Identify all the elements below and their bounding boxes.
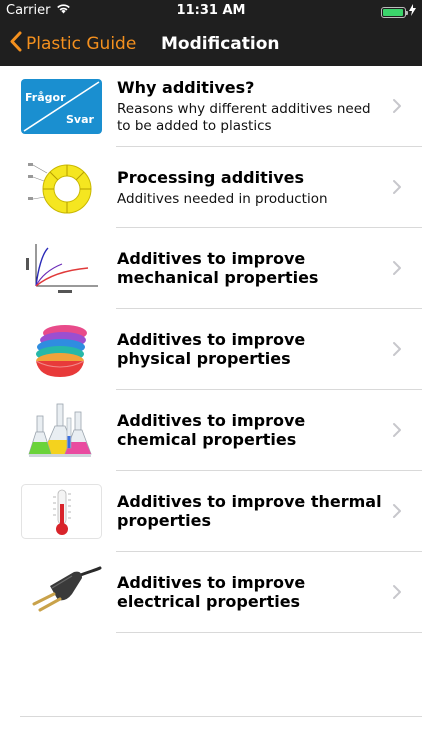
chevron-right-icon (393, 585, 401, 599)
electric-plug-icon (20, 564, 103, 621)
chevron-left-icon (10, 31, 22, 57)
list-item-chemical-properties[interactable]: Additives to improve chemical properties (0, 390, 422, 471)
back-button[interactable]: Plastic Guide (10, 22, 136, 66)
list-item-why-additives[interactable]: Frågor Svar Why additives? Reasons why d… (0, 66, 422, 147)
item-title: Additives to improve mechanical properti… (117, 249, 319, 287)
list-item-mechanical-properties[interactable]: Additives to improve mechanical properti… (0, 228, 422, 309)
chevron-right-icon (393, 504, 401, 518)
chevron-right-icon (393, 423, 401, 437)
item-title: Processing additives (117, 168, 305, 187)
list-item-processing-additives[interactable]: Processing additives Additives needed in… (0, 147, 422, 228)
battery-icon (381, 6, 408, 18)
page-title: Modification (161, 34, 280, 54)
item-subtitle: Additives needed in production (117, 191, 328, 207)
chevron-right-icon (393, 342, 401, 356)
list-item-physical-properties[interactable]: Additives to improve physical properties (0, 309, 422, 390)
item-subtitle: Reasons why different additives need to … (117, 101, 371, 134)
thumb-faq-bottom: Svar (66, 113, 95, 126)
thumb-faq-top: Frågor (25, 91, 66, 104)
bottom-divider (20, 716, 422, 717)
thermometer-icon (20, 483, 103, 540)
colored-bowls-icon (20, 321, 103, 378)
status-bar: Carrier 11:31 AM (0, 0, 422, 22)
item-title: Additives to improve chemical properties (117, 411, 306, 449)
list-item-electrical-properties[interactable]: Additives to improve electrical properti… (0, 552, 422, 633)
question-answer-icon: Frågor Svar (20, 78, 103, 135)
item-title: Additives to improve electrical properti… (117, 573, 306, 611)
list-item-thermal-properties[interactable]: Additives to improve thermal properties (0, 471, 422, 552)
flasks-icon (20, 402, 103, 459)
charging-bolt-icon (409, 4, 416, 20)
process-diagram-icon (20, 159, 103, 216)
status-time: 11:31 AM (176, 3, 246, 18)
navigation-bar: Plastic Guide Modification (0, 22, 422, 66)
back-button-label: Plastic Guide (26, 34, 137, 54)
stress-strain-chart-icon (20, 240, 103, 297)
chevron-right-icon (393, 99, 401, 113)
item-title: Additives to improve thermal properties (117, 492, 382, 530)
additives-list: Frågor Svar Why additives? Reasons why d… (0, 66, 422, 633)
chevron-right-icon (393, 261, 401, 275)
chevron-right-icon (393, 180, 401, 194)
item-title: Why additives? (117, 78, 255, 97)
item-title: Additives to improve physical properties (117, 330, 306, 368)
